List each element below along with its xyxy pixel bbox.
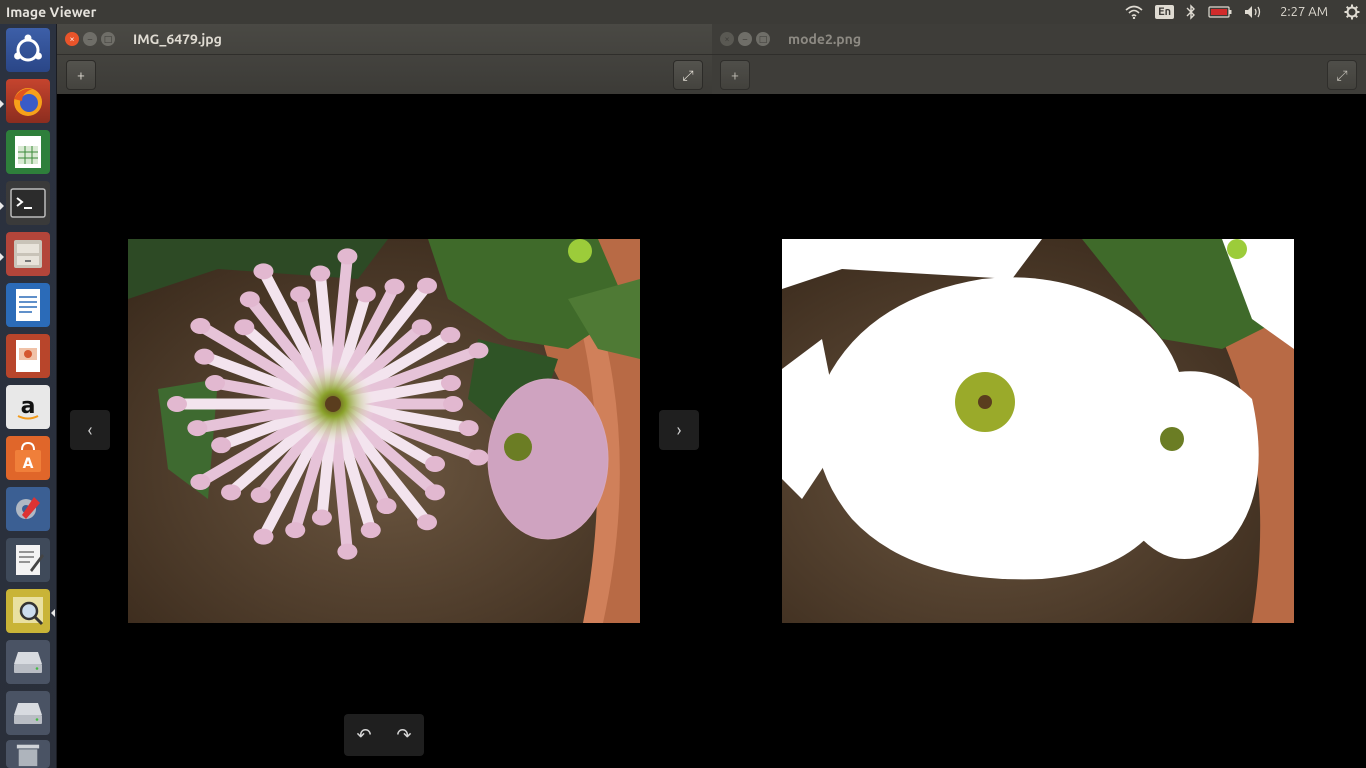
fullscreen-button[interactable]: ⤢ bbox=[1327, 60, 1357, 90]
maximize-icon[interactable]: □ bbox=[101, 32, 115, 46]
svg-text:A: A bbox=[23, 456, 34, 472]
file-cabinet-icon[interactable] bbox=[6, 232, 50, 276]
settings-gear-icon[interactable] bbox=[1338, 0, 1366, 24]
top-panel: Image Viewer En 2:27 AM bbox=[0, 0, 1366, 24]
toolbar: + ⤢ bbox=[712, 54, 1366, 94]
drive-icon[interactable] bbox=[6, 691, 50, 735]
wrench-gear-icon[interactable] bbox=[6, 487, 50, 531]
keyboard-layout-label: En bbox=[1155, 5, 1175, 19]
maximize-icon[interactable]: □ bbox=[756, 32, 770, 46]
battery-icon[interactable] bbox=[1202, 0, 1238, 24]
window-title: mode2.png bbox=[788, 31, 862, 47]
window-mode2-header: × – □ mode2.png + ⤢ bbox=[712, 24, 1366, 94]
ubuntu-logo-icon[interactable] bbox=[6, 28, 50, 72]
image-canvas[interactable] bbox=[712, 94, 1366, 768]
close-icon[interactable]: × bbox=[65, 32, 79, 46]
window-title-bar[interactable]: × – □ mode2.png bbox=[712, 24, 1366, 54]
plus-icon: + bbox=[731, 67, 739, 83]
fullscreen-icon: ⤢ bbox=[1336, 66, 1348, 83]
segmented-flower-image bbox=[782, 239, 1294, 623]
shopping-bag-icon[interactable]: A bbox=[6, 436, 50, 480]
close-icon[interactable]: × bbox=[720, 32, 734, 46]
window-title-bar[interactable]: × – □ IMG_6479.jpg bbox=[57, 24, 712, 54]
minimize-icon[interactable]: – bbox=[738, 32, 752, 46]
window-img6479-header: × – □ IMG_6479.jpg + ⤢ bbox=[57, 24, 712, 94]
keyboard-layout-indicator[interactable]: En bbox=[1149, 0, 1180, 24]
minimize-icon[interactable]: – bbox=[83, 32, 97, 46]
drive-icon[interactable] bbox=[6, 640, 50, 684]
presentation-icon[interactable] bbox=[6, 334, 50, 378]
trash-icon[interactable] bbox=[6, 740, 50, 768]
add-button[interactable]: + bbox=[720, 60, 750, 90]
next-image-button[interactable]: › bbox=[659, 410, 699, 450]
window-title: IMG_6479.jpg bbox=[133, 31, 222, 47]
rotate-toolbar: ↶ ↷ bbox=[344, 714, 424, 756]
app-title: Image Viewer bbox=[6, 4, 97, 20]
toolbar: + ⤢ bbox=[57, 54, 712, 94]
plus-icon: + bbox=[77, 67, 85, 83]
rotate-left-icon[interactable]: ↶ bbox=[356, 725, 371, 746]
fullscreen-button[interactable]: ⤢ bbox=[673, 60, 703, 90]
fullscreen-icon: ⤢ bbox=[682, 66, 694, 83]
image-viewer-icon[interactable] bbox=[6, 589, 50, 633]
image-canvas[interactable]: ‹ › ↶ ↷ bbox=[57, 94, 712, 768]
indicator-area: En 2:27 AM bbox=[1119, 0, 1366, 24]
bluetooth-icon[interactable] bbox=[1180, 0, 1202, 24]
wifi-icon[interactable] bbox=[1119, 0, 1149, 24]
add-button[interactable]: + bbox=[66, 60, 96, 90]
text-editor-icon[interactable] bbox=[6, 538, 50, 582]
clock[interactable]: 2:27 AM bbox=[1270, 0, 1338, 24]
volume-icon[interactable] bbox=[1238, 0, 1270, 24]
chevron-right-icon: › bbox=[676, 420, 682, 440]
document-icon[interactable] bbox=[6, 283, 50, 327]
svg-text:a: a bbox=[21, 394, 36, 419]
amazon-icon[interactable]: a bbox=[6, 385, 50, 429]
previous-image-button[interactable]: ‹ bbox=[70, 410, 110, 450]
launcher: a A bbox=[0, 24, 57, 768]
terminal-icon[interactable] bbox=[6, 181, 50, 225]
chevron-left-icon: ‹ bbox=[87, 420, 93, 440]
spreadsheet-icon[interactable] bbox=[6, 130, 50, 174]
flower-photo bbox=[128, 239, 640, 623]
firefox-icon[interactable] bbox=[6, 79, 50, 123]
rotate-right-icon[interactable]: ↷ bbox=[396, 725, 411, 746]
